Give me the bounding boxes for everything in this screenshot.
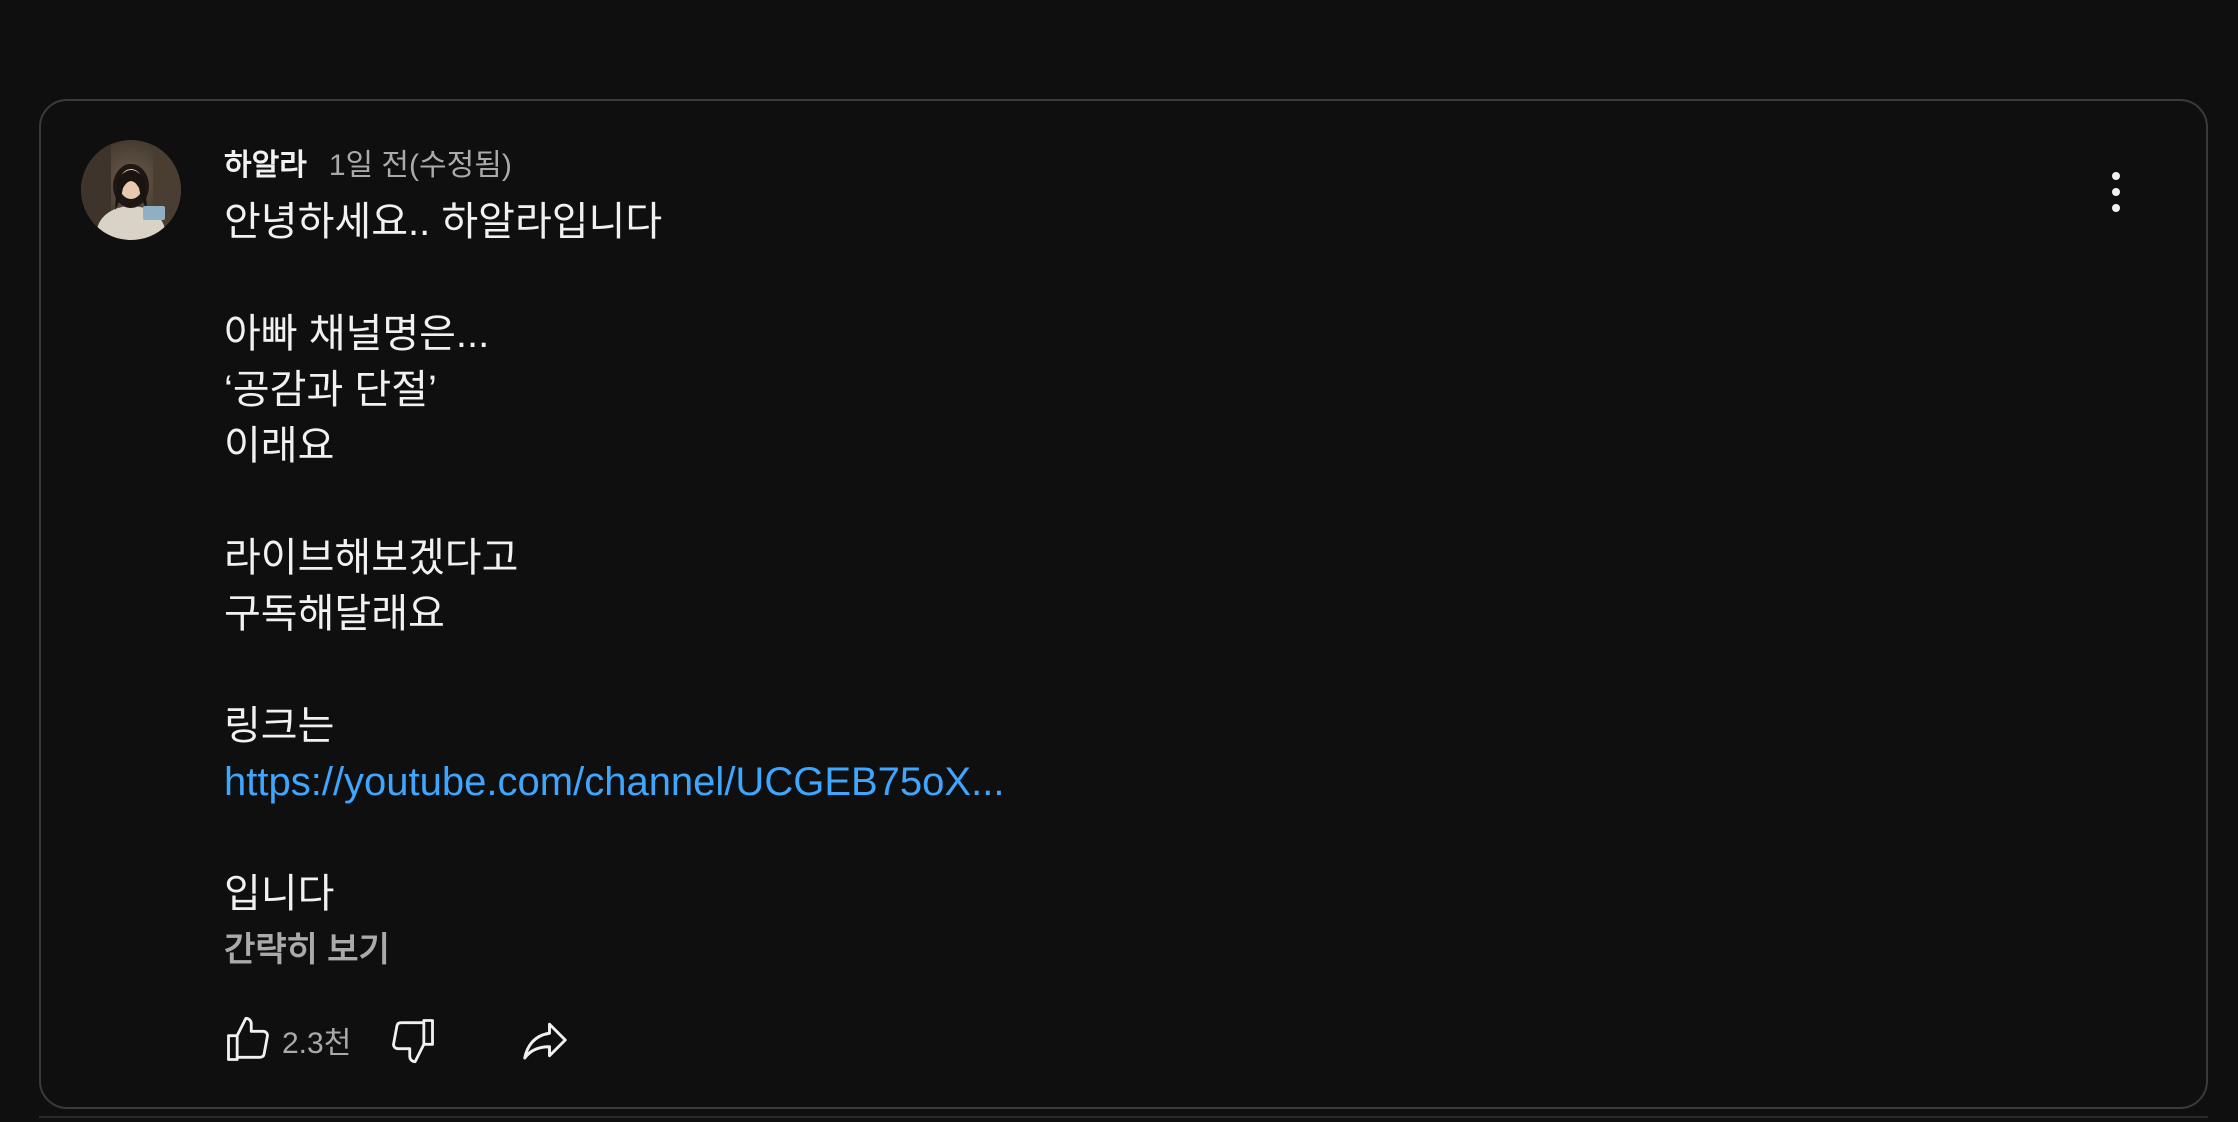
comment-line: 입니다 — [224, 872, 335, 916]
more-vertical-icon-dot — [2112, 188, 2120, 196]
comment-line: 라이브해보겠다고 — [224, 536, 519, 580]
like-count: 2.3천 — [282, 1027, 352, 1060]
comment-line: 이래요 — [224, 424, 335, 468]
comment-line: 안녕하세요.. 하알라입니다 — [224, 200, 663, 244]
more-vertical-icon — [2112, 172, 2120, 180]
avatar-image — [81, 140, 181, 240]
share-icon — [523, 1022, 568, 1060]
dislike-button[interactable] — [381, 1008, 445, 1072]
comment-timestamp[interactable]: 1일 전(수정됨) — [329, 140, 512, 184]
comment-link-line: https://youtube.com/channel/UCGEB75oX... — [224, 754, 2024, 810]
divider — [39, 1116, 2208, 1118]
author-name[interactable]: 하알라 — [224, 140, 307, 184]
comment-line — [224, 642, 2024, 698]
comment-line — [224, 810, 2024, 866]
comment-actions: 2.3천 — [216, 1008, 577, 1072]
like-button[interactable] — [216, 1008, 280, 1072]
comment-line — [224, 474, 2024, 530]
comment-line: 링크는 — [224, 704, 335, 748]
thumbs-up-icon — [227, 1016, 269, 1061]
thumbs-down-icon — [392, 1019, 435, 1064]
avatar[interactable] — [81, 140, 181, 240]
comment-line: 구독해달래요 — [224, 592, 445, 636]
share-button[interactable] — [513, 1008, 577, 1072]
channel-link[interactable]: https://youtube.com/channel/UCGEB75oX... — [224, 760, 1004, 804]
show-less-button[interactable]: 간략히 보기 — [224, 926, 390, 974]
more-actions-button[interactable] — [2088, 160, 2144, 224]
comment-body: 안녕하세요.. 하알라입니다 아빠 채널명은... ‘공감과 단절’ 이래요 라… — [224, 194, 2024, 922]
comment-line: 아빠 채널명은... — [224, 312, 490, 356]
comment-line — [224, 250, 2024, 306]
comment-header: 하알라 1일 전(수정됨) — [224, 140, 512, 184]
more-vertical-icon-dot — [2112, 204, 2120, 212]
comment-line: ‘공감과 단절’ — [224, 368, 437, 412]
